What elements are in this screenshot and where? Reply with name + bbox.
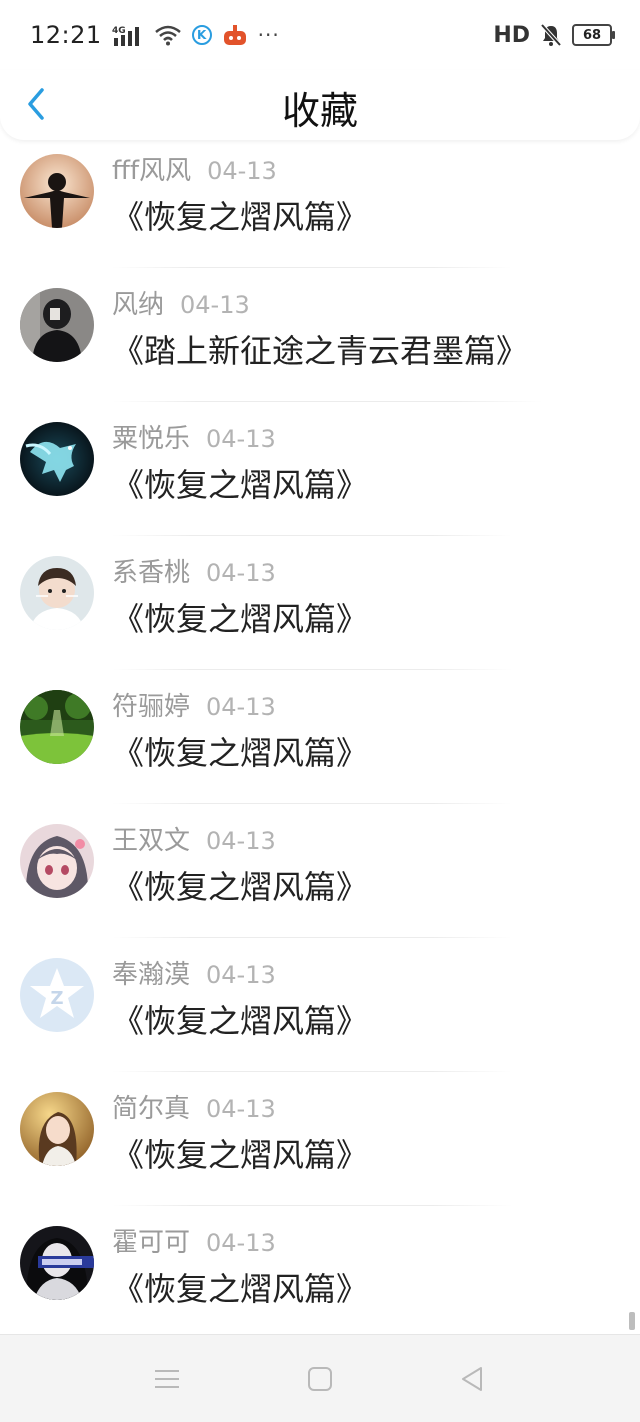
user-name: 风纳 bbox=[112, 290, 165, 320]
status-left: 12:21 4G K ··· bbox=[30, 21, 280, 49]
meta-line: 系香桃 04-13 bbox=[112, 552, 276, 589]
user-name: 系香桃 bbox=[112, 558, 191, 588]
status-bar: 12:21 4G K ··· HD 68 bbox=[0, 0, 640, 70]
back-triangle-icon bbox=[462, 1367, 482, 1391]
post-date: 04-13 bbox=[206, 827, 276, 855]
svg-text:Z: Z bbox=[50, 988, 63, 1009]
list-item[interactable]: 简尔真 04-13 《恢复之熠风篇》 bbox=[0, 1072, 640, 1206]
avatar[interactable] bbox=[20, 1092, 94, 1166]
signal-icon: 4G bbox=[112, 24, 144, 46]
list-item[interactable]: fff风风 04-13 《恢复之熠风篇》 bbox=[0, 140, 640, 268]
home-button[interactable] bbox=[300, 1363, 340, 1395]
mute-bell-icon bbox=[540, 23, 562, 47]
user-name: 粟悦乐 bbox=[112, 424, 191, 454]
post-title: 《恢复之熠风篇》 bbox=[112, 868, 369, 906]
nav-bar bbox=[0, 1334, 640, 1422]
list-item[interactable]: 风纳 04-13 《踏上新征途之青云君墨篇》 bbox=[0, 268, 640, 402]
avatar[interactable] bbox=[20, 422, 94, 496]
post-date: 04-13 bbox=[206, 1229, 276, 1257]
list-item[interactable]: 霍可可 04-13 《恢复之熠风篇》 bbox=[0, 1206, 640, 1332]
post-title: 《恢复之熠风篇》 bbox=[112, 734, 369, 772]
network-label: 4G bbox=[112, 26, 126, 36]
post-title: 《恢复之熠风篇》 bbox=[112, 1136, 369, 1174]
avatar[interactable] bbox=[20, 690, 94, 764]
status-right: HD 68 bbox=[493, 22, 615, 48]
meta-line: 奉瀚漠 04-13 bbox=[112, 954, 276, 991]
post-date: 04-13 bbox=[206, 559, 276, 587]
post-title: 《恢复之熠风篇》 bbox=[112, 600, 369, 638]
list-item[interactable]: 符骊婷 04-13 《恢复之熠风篇》 bbox=[0, 670, 640, 804]
wifi-icon bbox=[154, 24, 182, 46]
header: 收藏 bbox=[0, 70, 640, 140]
list-item[interactable]: 王双文 04-13 《恢复之熠风篇》 bbox=[0, 804, 640, 938]
avatar[interactable] bbox=[20, 1226, 94, 1300]
nav-back-button[interactable] bbox=[452, 1363, 492, 1395]
meta-line: fff风风 04-13 bbox=[112, 150, 277, 187]
avatar[interactable] bbox=[20, 288, 94, 362]
meta-line: 粟悦乐 04-13 bbox=[112, 418, 276, 455]
user-name: 王双文 bbox=[112, 826, 191, 856]
avatar[interactable] bbox=[20, 556, 94, 630]
more-dots-icon: ··· bbox=[257, 23, 280, 47]
meta-line: 风纳 04-13 bbox=[112, 284, 250, 321]
list-item[interactable]: 粟悦乐 04-13 《恢复之熠风篇》 bbox=[0, 402, 640, 536]
user-name: 符骊婷 bbox=[112, 692, 191, 722]
post-title: 《恢复之熠风篇》 bbox=[112, 1002, 369, 1040]
screen: 12:21 4G K ··· HD 68 收藏 fff风风 04-13 《恢复之… bbox=[0, 0, 640, 1422]
list-item[interactable]: 系香桃 04-13 《恢复之熠风篇》 bbox=[0, 536, 640, 670]
scrollbar-thumb[interactable] bbox=[629, 1312, 635, 1330]
post-title: 《踏上新征途之青云君墨篇》 bbox=[112, 332, 529, 370]
meta-line: 霍可可 04-13 bbox=[112, 1222, 276, 1259]
meta-line: 简尔真 04-13 bbox=[112, 1088, 276, 1125]
post-date: 04-13 bbox=[180, 291, 250, 319]
user-name: fff风风 bbox=[112, 156, 192, 186]
user-name: 霍可可 bbox=[112, 1228, 191, 1258]
menu-icon bbox=[155, 1370, 179, 1388]
taobao-icon bbox=[222, 23, 248, 47]
list-item[interactable]: Z 奉瀚漠 04-13 《恢复之熠风篇》 bbox=[0, 938, 640, 1072]
meta-line: 符骊婷 04-13 bbox=[112, 686, 276, 723]
post-title: 《恢复之熠风篇》 bbox=[112, 198, 369, 236]
hd-indicator: HD bbox=[493, 22, 530, 48]
page-title: 收藏 bbox=[281, 89, 358, 133]
post-title: 《恢复之熠风篇》 bbox=[112, 1270, 369, 1308]
post-title: 《恢复之熠风篇》 bbox=[112, 466, 369, 504]
menu-button[interactable] bbox=[147, 1363, 187, 1395]
status-time: 12:21 bbox=[30, 21, 102, 49]
avatar[interactable] bbox=[20, 154, 94, 228]
post-date: 04-13 bbox=[206, 425, 276, 453]
post-date: 04-13 bbox=[207, 157, 277, 185]
battery-icon: 68 bbox=[572, 24, 615, 46]
post-date: 04-13 bbox=[206, 961, 276, 989]
post-date: 04-13 bbox=[206, 1095, 276, 1123]
meta-line: 王双文 04-13 bbox=[112, 820, 276, 857]
user-name: 简尔真 bbox=[112, 1094, 191, 1124]
favorites-list: fff风风 04-13 《恢复之熠风篇》 风纳 04-13 《踏上新征途之青云君… bbox=[0, 140, 640, 1332]
user-name: 奉瀚漠 bbox=[112, 960, 191, 990]
k-app-icon: K bbox=[191, 25, 212, 45]
avatar[interactable]: Z bbox=[20, 958, 94, 1032]
avatar[interactable] bbox=[20, 824, 94, 898]
home-square-icon bbox=[308, 1367, 332, 1391]
post-date: 04-13 bbox=[206, 693, 276, 721]
